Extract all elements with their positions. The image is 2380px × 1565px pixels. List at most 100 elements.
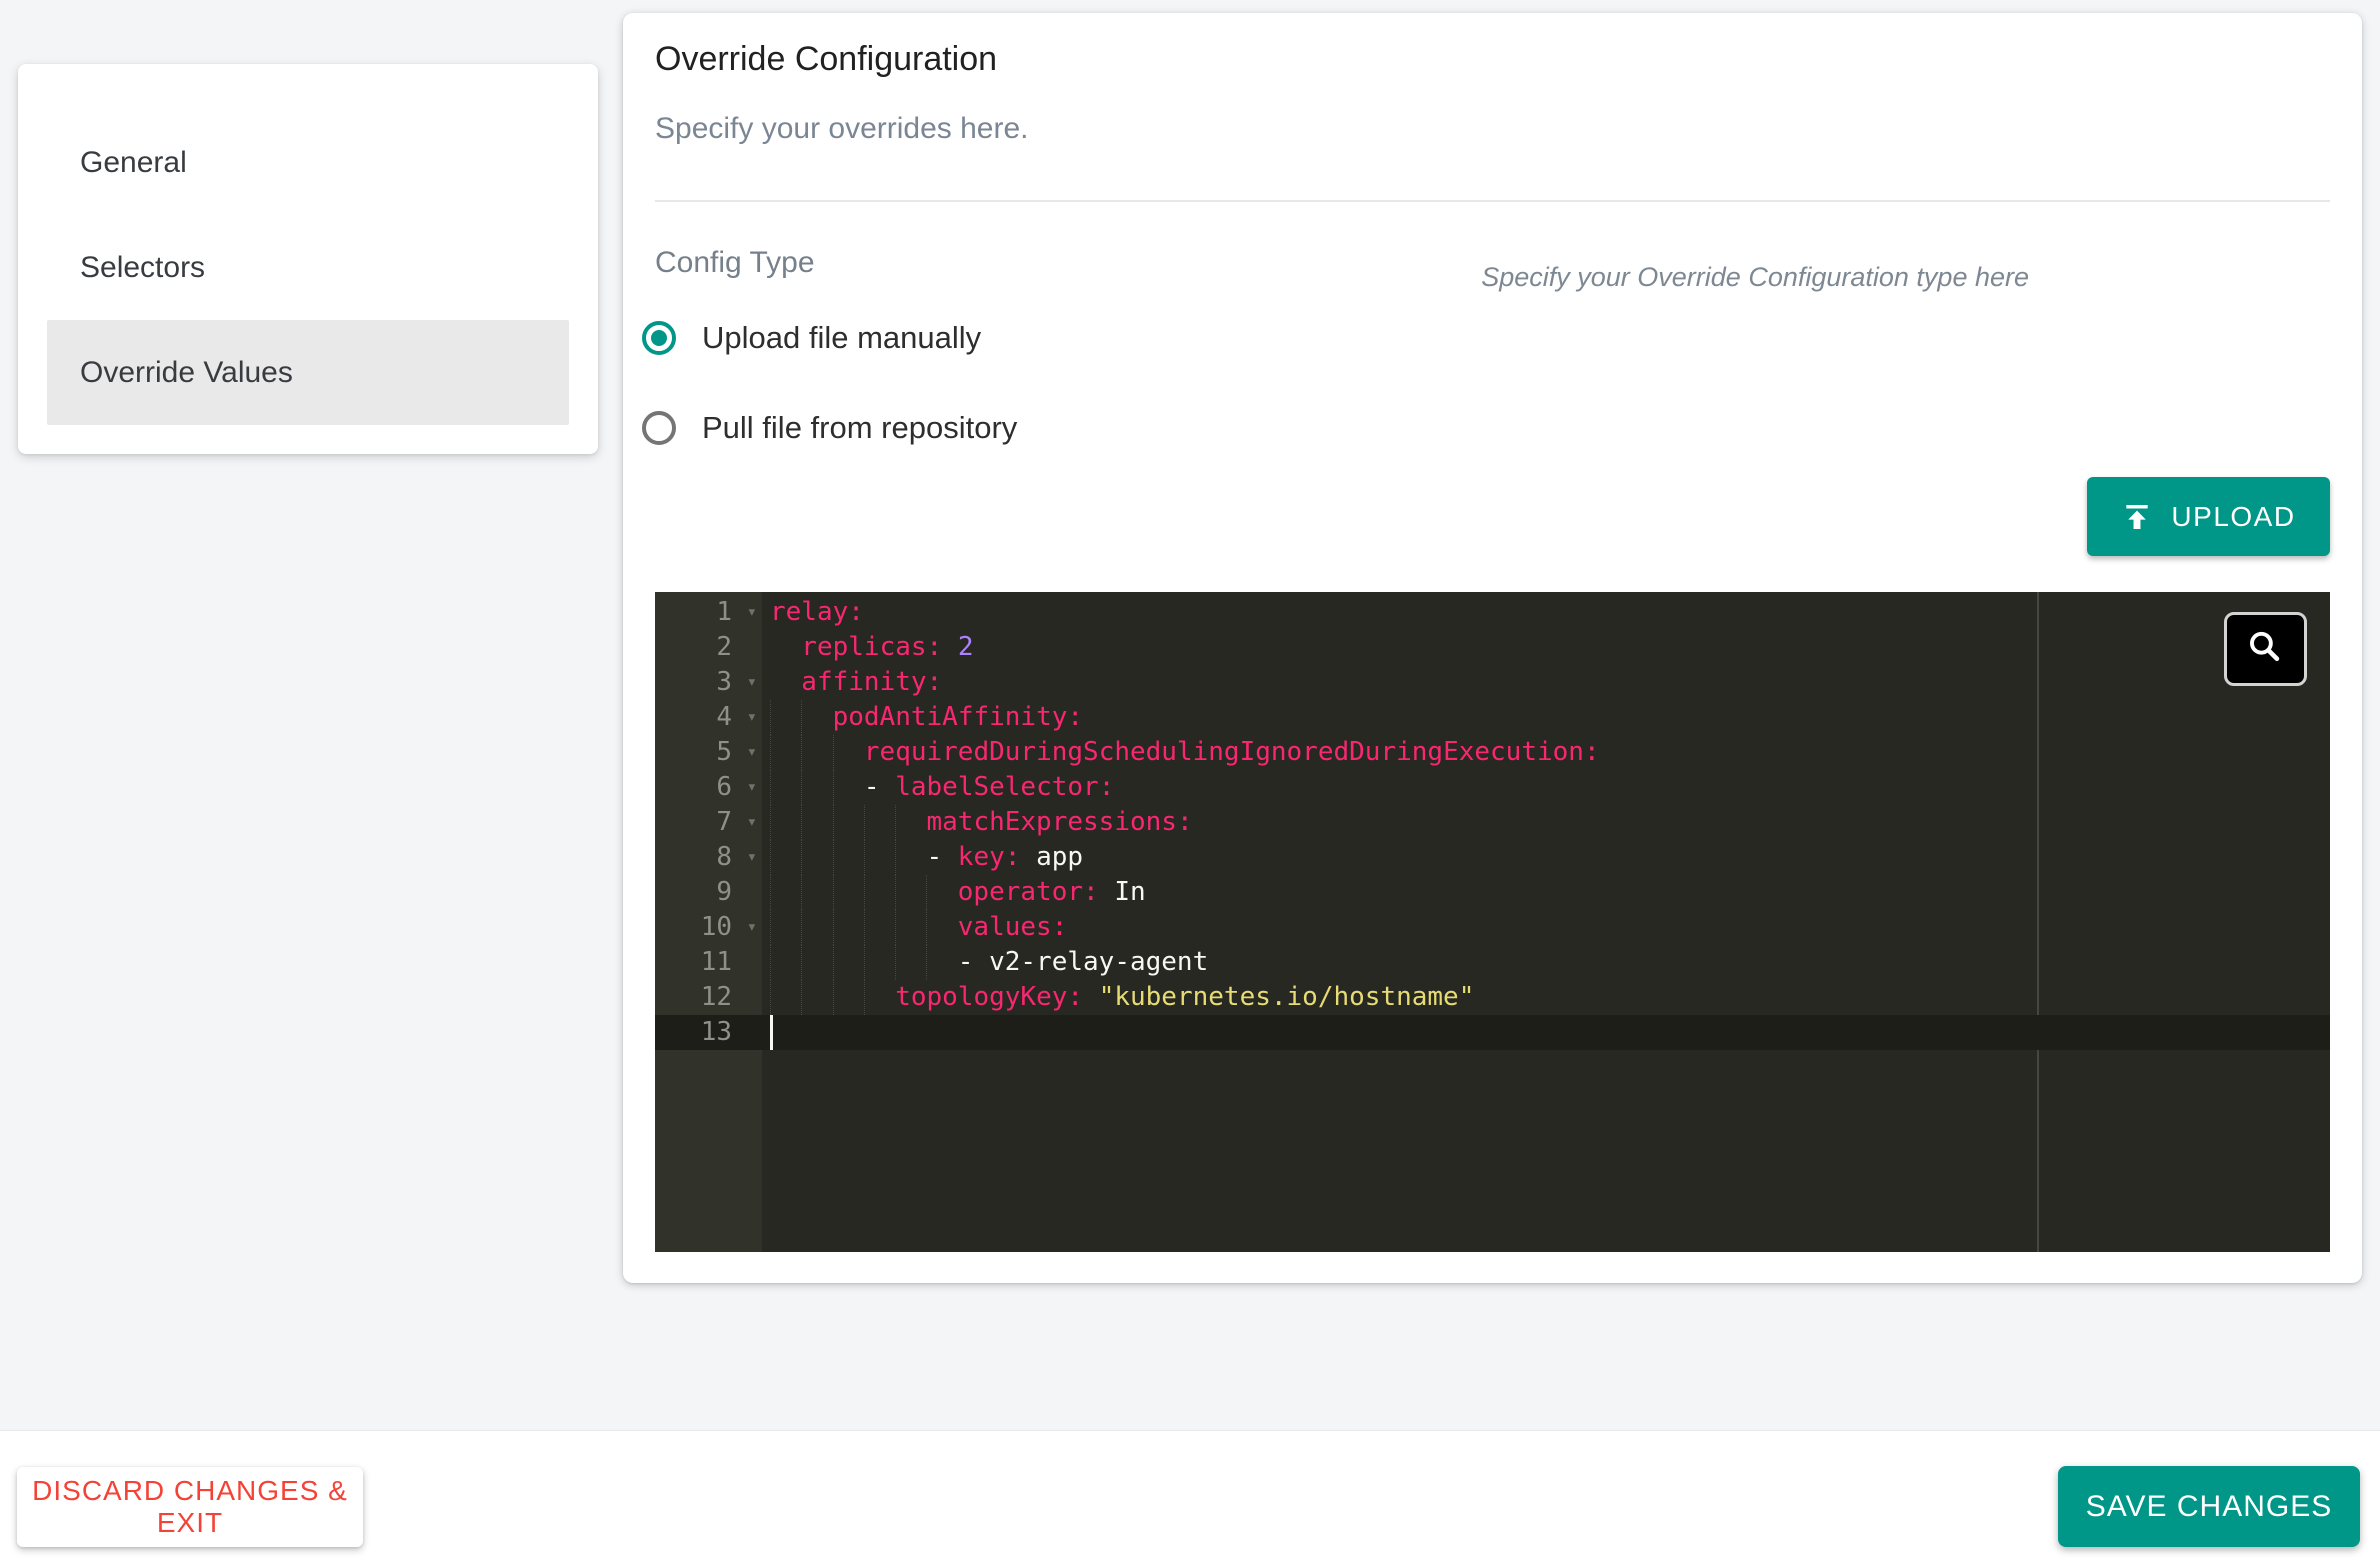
- fold-arrow-icon[interactable]: ▾: [747, 770, 757, 805]
- search-icon: [2243, 626, 2289, 672]
- code-line-13[interactable]: 13: [655, 1015, 2330, 1050]
- code-line-5[interactable]: 5▾ requiredDuringSchedulingIgnoredDuringE…: [655, 735, 2330, 770]
- indent-guide: [801, 875, 832, 910]
- code-token: "kubernetes.io/hostname": [1099, 982, 1475, 1012]
- upload-button-label: UPLOAD: [2171, 501, 2295, 533]
- indent-guide: [801, 945, 832, 980]
- fold-arrow-icon[interactable]: ▾: [747, 805, 757, 840]
- line-number: 6▾: [655, 770, 762, 805]
- indent-guide: [770, 735, 801, 770]
- indent-guide: [801, 840, 832, 875]
- text-cursor: [770, 1015, 773, 1050]
- yaml-editor[interactable]: 1▾relay:2replicas: 23▾affinity:4▾podAnti…: [655, 592, 2330, 1252]
- indent-guide: [770, 910, 801, 945]
- footer-action-bar: DISCARD CHANGES & EXIT SAVE CHANGES: [0, 1430, 2380, 1565]
- indent-guide: [770, 630, 801, 665]
- discard-changes-button[interactable]: DISCARD CHANGES & EXIT: [17, 1467, 363, 1547]
- fold-arrow-icon[interactable]: ▾: [747, 735, 757, 770]
- line-number: 10▾: [655, 910, 762, 945]
- code-token: [1083, 982, 1099, 1012]
- editor-search-button[interactable]: [2224, 612, 2307, 686]
- upload-icon: [2121, 501, 2153, 533]
- code-token: -: [926, 842, 957, 872]
- code-line-content: operator: In: [762, 875, 1146, 910]
- indent-guide: [895, 910, 926, 945]
- indent-guide: [833, 735, 864, 770]
- indent-guide: [770, 805, 801, 840]
- line-number: 4▾: [655, 700, 762, 735]
- code-token: - v2-relay-agent: [958, 947, 1208, 977]
- indent-guide: [770, 770, 801, 805]
- sidebar-item-selectors[interactable]: Selectors: [18, 215, 598, 320]
- indent-guide: [833, 945, 864, 980]
- sidebar-nav: GeneralSelectorsOverride Values: [18, 110, 598, 425]
- line-number: 11: [655, 945, 762, 980]
- indent-guide: [864, 980, 895, 1015]
- code-line-3[interactable]: 3▾ affinity:: [655, 665, 2330, 700]
- code-line-2[interactable]: 2replicas: 2: [655, 630, 2330, 665]
- code-line-9[interactable]: 9operator: In: [655, 875, 2330, 910]
- code-area: 1▾relay:2replicas: 23▾affinity:4▾podAnti…: [655, 595, 2330, 1050]
- indent-guide: [770, 875, 801, 910]
- fold-arrow-icon[interactable]: ▾: [747, 700, 757, 735]
- radio-option-upload-file-manually[interactable]: Upload file manually: [642, 305, 981, 371]
- radio-selected-icon[interactable]: [642, 321, 676, 355]
- code-token: labelSelector:: [895, 772, 1114, 802]
- fold-arrow-icon[interactable]: ▾: [747, 910, 757, 945]
- indent-guide: [801, 910, 832, 945]
- code-line-6[interactable]: 6▾- labelSelector:: [655, 770, 2330, 805]
- section-divider: [655, 200, 2330, 202]
- code-line-1[interactable]: 1▾ relay:: [655, 595, 2330, 630]
- indent-guide: [801, 980, 832, 1015]
- code-line-content: relay:: [762, 595, 864, 630]
- line-number: 3▾: [655, 665, 762, 700]
- config-type-label: Config Type: [655, 246, 815, 280]
- code-line-content: topologyKey: "kubernetes.io/hostname": [762, 980, 1474, 1015]
- radio-unselected-icon[interactable]: [642, 411, 676, 445]
- code-line-content: replicas: 2: [762, 630, 974, 665]
- indent-guide: [833, 840, 864, 875]
- code-line-11[interactable]: 11 - v2-relay-agent: [655, 945, 2330, 980]
- code-line-12[interactable]: 12topologyKey: "kubernetes.io/hostname": [655, 980, 2330, 1015]
- line-number: 9: [655, 875, 762, 910]
- code-line-content: affinity:: [762, 665, 942, 700]
- config-type-hint: Specify your Override Configuration type…: [1481, 262, 2029, 293]
- code-line-content: requiredDuringSchedulingIgnoredDuringExe…: [762, 735, 1600, 770]
- fold-arrow-icon[interactable]: ▾: [747, 665, 757, 700]
- indent-guide: [864, 945, 895, 980]
- code-token: replicas:: [801, 632, 942, 662]
- save-changes-button[interactable]: SAVE CHANGES: [2058, 1466, 2360, 1547]
- code-token: affinity:: [801, 667, 942, 697]
- code-line-7[interactable]: 7▾matchExpressions:: [655, 805, 2330, 840]
- code-token: 2: [958, 632, 974, 662]
- code-line-8[interactable]: 8▾- key: app: [655, 840, 2330, 875]
- line-number: 12: [655, 980, 762, 1015]
- code-token: requiredDuringSchedulingIgnoredDuringExe…: [864, 737, 1600, 767]
- radio-label: Upload file manually: [702, 320, 981, 356]
- fold-arrow-icon[interactable]: ▾: [747, 595, 757, 630]
- line-number: 5▾: [655, 735, 762, 770]
- override-configuration-panel: Override Configuration Specify your over…: [623, 13, 2362, 1283]
- upload-button[interactable]: UPLOAD: [2087, 477, 2330, 556]
- code-token: values:: [958, 912, 1068, 942]
- indent-guide: [770, 665, 801, 700]
- indent-guide: [926, 910, 957, 945]
- code-token: matchExpressions:: [926, 807, 1192, 837]
- fold-arrow-icon[interactable]: ▾: [747, 840, 757, 875]
- code-line-10[interactable]: 10▾ values:: [655, 910, 2330, 945]
- code-line-content: - key: app: [762, 840, 1083, 875]
- code-line-4[interactable]: 4▾podAntiAffinity:: [655, 700, 2330, 735]
- indent-guide: [770, 700, 801, 735]
- indent-guide: [801, 805, 832, 840]
- sidebar-card: GeneralSelectorsOverride Values: [18, 64, 598, 454]
- line-number: 8▾: [655, 840, 762, 875]
- indent-guide: [801, 735, 832, 770]
- line-number: 1▾: [655, 595, 762, 630]
- sidebar-item-general[interactable]: General: [18, 110, 598, 215]
- code-token: relay:: [770, 597, 864, 627]
- radio-option-pull-file-from-repository[interactable]: Pull file from repository: [642, 395, 1017, 461]
- code-line-content: - v2-relay-agent: [762, 945, 1208, 980]
- sidebar-item-override-values[interactable]: Override Values: [47, 320, 569, 425]
- indent-guide: [864, 805, 895, 840]
- indent-guide: [895, 875, 926, 910]
